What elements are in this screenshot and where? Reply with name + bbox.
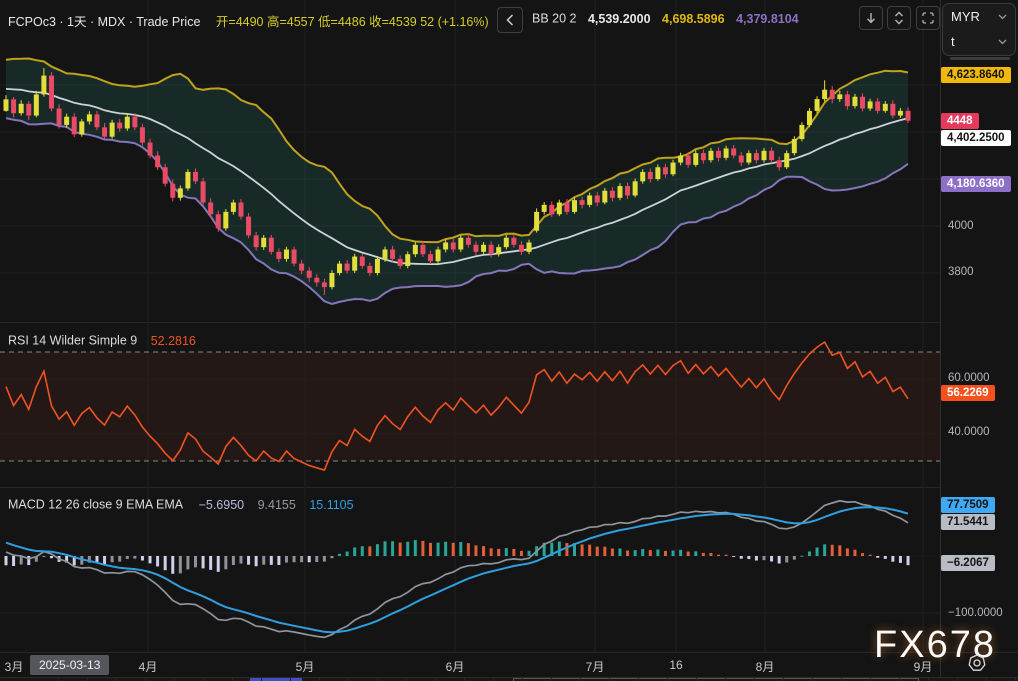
macd-line-value: 9.4155 [258,498,296,512]
price-axis-badge: 4,402.2500 [941,130,1011,146]
macd-signal-value: 15.1105 [309,498,353,512]
axis-tick-label: 3800 [948,266,974,278]
bb-basis-value: 4,539.2000 [588,12,651,26]
macd-title: MACD 12 26 close 9 EMA EMA [8,498,183,512]
expand-vertical-icon [894,11,904,25]
macd-hist-value: −5.6950 [199,498,245,512]
currency-select[interactable]: MYR [943,4,1015,29]
bb-title: BB 20 2 [532,12,576,26]
chart-app: FCPOc3 · 1天 · MDX · Trade Price 开=4490 高… [0,0,1018,681]
price-pane[interactable] [0,0,940,323]
time-axis-label: 4月 [139,658,158,675]
macd-chart-canvas [0,487,940,652]
time-axis-label: 6月 [446,658,465,675]
rsi-value: 52.2816 [151,334,196,348]
time-axis-label: 16 [669,658,682,672]
rsi-legend: RSI 14 Wilder Simple 9 52.2816 [8,333,196,348]
symbol-title: FCPOc3 · 1天 · MDX · Trade Price [8,15,200,29]
chevron-down-icon [998,39,1007,45]
time-axis-label: 3月 [5,658,24,675]
axis-tick-label: −100.0000 [948,607,1003,619]
main-legend: FCPOc3 · 1天 · MDX · Trade Price 开=4490 高… [8,11,489,30]
panel-scrollbar[interactable] [950,57,1010,60]
maximize-pane-button[interactable] [887,6,911,30]
collapse-legend-button[interactable] [497,7,523,33]
crosshair-date-badge: 2025-03-13 [30,655,109,675]
rsi-title: RSI 14 Wilder Simple 9 [8,334,137,348]
price-axis[interactable] [940,0,1018,677]
currency-panel: MYR t [942,3,1016,56]
macd-axis-badge: 77.7509 [941,497,995,513]
macd-axis-badge: 71.5441 [941,514,995,530]
price-axis-badge: 4448 [941,113,979,129]
macd-axis-badge: −6.2067 [941,555,995,571]
price-chart-canvas [0,0,940,322]
macd-legend: MACD 12 26 close 9 EMA EMA −5.6950 9.415… [8,497,354,512]
unit-value: t [951,34,955,49]
currency-value: MYR [951,9,980,24]
fullscreen-button[interactable] [916,6,940,30]
bb-upper-value: 4,698.5896 [662,12,725,26]
fullscreen-icon [922,12,934,24]
bb-legend: BB 20 2 4,539.2000 4,698.5896 4,379.8104 [532,11,799,26]
price-axis-badge: 4,623.8640 [941,67,1011,83]
bottom-scrollbar[interactable] [0,677,1018,681]
axis-tick-label: 40.0000 [948,426,990,438]
time-axis-label: 8月 [756,658,775,675]
move-pane-down-button[interactable] [859,6,883,30]
arrow-down-icon [866,12,876,24]
ohlc-values: 开=4490 高=4557 低=4486 收=4539 52 (+1.16%) [216,15,489,29]
rsi-axis-badge: 56.2269 [941,385,995,401]
time-axis-label: 7月 [586,658,605,675]
macd-pane[interactable] [0,487,940,653]
unit-select[interactable]: t [943,29,1015,54]
axis-tick-label: 60.0000 [948,372,990,384]
price-axis-badge: 4,180.6360 [941,176,1011,192]
fx678-logo-icon [967,653,987,673]
time-axis-label: 5月 [296,658,315,675]
chevron-down-icon [998,14,1007,20]
bb-lower-value: 4,379.8104 [736,12,799,26]
time-axis[interactable]: 2025-03-13 3月4月5月6月7月168月9月 [0,652,1018,678]
chevron-left-icon [506,14,514,26]
axis-tick-label: 4000 [948,220,974,232]
